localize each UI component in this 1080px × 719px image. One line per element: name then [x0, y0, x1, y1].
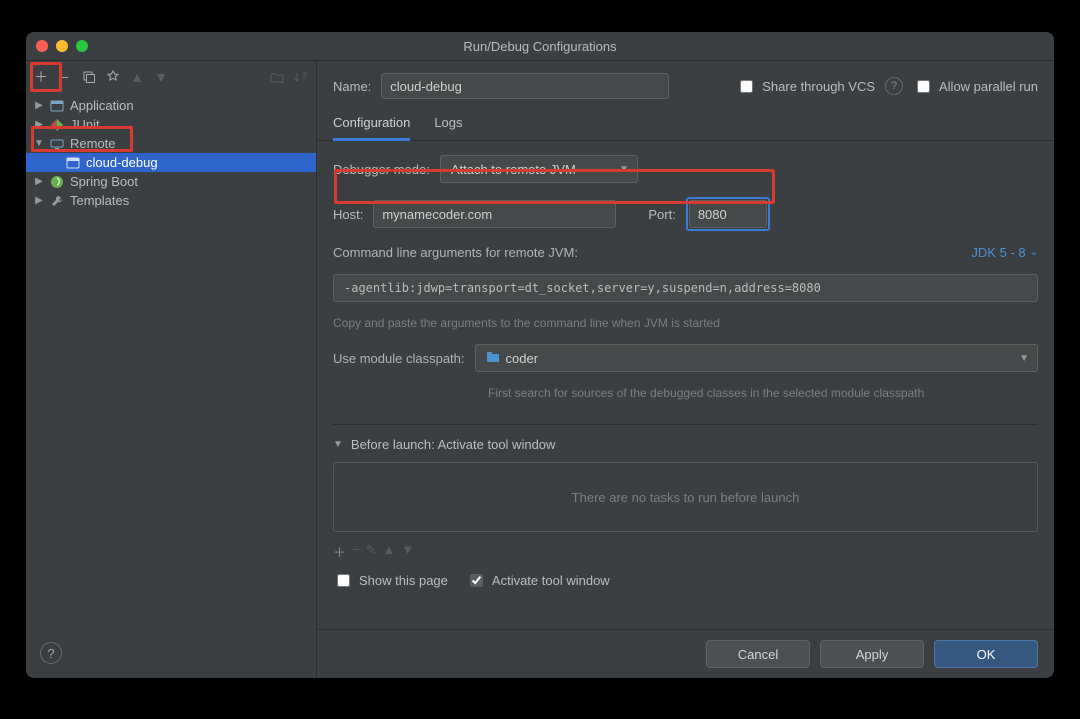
module-hint: First search for sources of the debugged… — [333, 386, 1038, 400]
tree-label: cloud-debug — [86, 155, 158, 170]
add-config-button[interactable]: ＋ — [30, 66, 52, 88]
cmd-args-hint: Copy and paste the arguments to the comm… — [333, 316, 1038, 330]
ok-button[interactable]: OK — [934, 640, 1038, 668]
sidebar-toolbar: ＋ − ▲ ▼ — [26, 61, 316, 94]
chevron-right-icon: ▶ — [34, 176, 44, 187]
activate-tool-window-label: Activate tool window — [492, 573, 610, 588]
module-combo[interactable]: coder ▼ — [475, 344, 1038, 372]
application-icon — [50, 99, 64, 113]
module-value: coder — [506, 351, 539, 366]
before-launch-empty: There are no tasks to run before launch — [572, 490, 800, 505]
window-zoom-button[interactable] — [76, 40, 88, 52]
module-label: Use module classpath: — [333, 351, 465, 366]
tree-node-templates[interactable]: ▶ Templates — [26, 191, 316, 210]
before-launch-header[interactable]: ▼ Before launch: Activate tool window — [333, 437, 1038, 452]
module-icon — [486, 350, 500, 367]
port-highlight — [686, 197, 770, 231]
folder-button[interactable] — [266, 66, 288, 88]
share-vcs-label: Share through VCS — [762, 79, 875, 94]
chevron-down-icon: ⌄ — [1030, 247, 1038, 258]
tree-node-remote[interactable]: ▼ Remote — [26, 134, 316, 153]
show-this-page-label: Show this page — [359, 573, 448, 588]
host-label: Host: — [333, 207, 363, 222]
junit-icon — [50, 118, 64, 132]
tree-node-cloud-debug[interactable]: cloud-debug — [26, 153, 316, 172]
chevron-right-icon: ▶ — [34, 119, 44, 130]
chevron-right-icon: ▶ — [34, 195, 44, 206]
parallel-run-label: Allow parallel run — [939, 79, 1038, 94]
tree-label: JUnit — [70, 117, 100, 132]
edit-task-button[interactable]: ✎ — [366, 542, 377, 561]
move-up-button[interactable]: ▲ — [126, 66, 148, 88]
chevron-down-icon: ▼ — [34, 138, 44, 149]
help-button[interactable]: ? — [40, 642, 62, 664]
run-debug-config-window: Run/Debug Configurations ＋ − ▲ ▼ — [26, 32, 1054, 678]
apply-button[interactable]: Apply — [820, 640, 924, 668]
parallel-run-input[interactable] — [917, 80, 930, 93]
host-input[interactable] — [373, 200, 616, 228]
share-vcs-input[interactable] — [740, 80, 753, 93]
name-label: Name: — [333, 79, 371, 94]
activate-tool-window-input[interactable] — [470, 574, 483, 587]
main-panel: Name: Share through VCS ? Allow parallel… — [317, 61, 1054, 678]
remove-task-button[interactable]: − — [352, 542, 360, 561]
tab-configuration[interactable]: Configuration — [333, 107, 410, 140]
move-task-down-button[interactable]: ▼ — [401, 542, 414, 561]
tree-node-spring-boot[interactable]: ▶ Spring Boot — [26, 172, 316, 191]
tree-label: Templates — [70, 193, 129, 208]
sort-button[interactable] — [290, 66, 312, 88]
port-input[interactable] — [689, 200, 767, 228]
tree-node-junit[interactable]: ▶ JUnit — [26, 115, 316, 134]
chevron-down-icon: ▼ — [619, 164, 629, 175]
activate-tool-window-checkbox[interactable]: Activate tool window — [466, 571, 610, 590]
jdk-version-dropdown[interactable]: JDK 5 - 8 ⌄ — [971, 245, 1038, 260]
tree-label: Application — [70, 98, 134, 113]
show-this-page-checkbox[interactable]: Show this page — [333, 571, 448, 590]
window-minimize-button[interactable] — [56, 40, 68, 52]
spring-boot-icon — [50, 175, 64, 189]
chevron-down-icon: ▼ — [333, 439, 343, 450]
chevron-down-icon: ▼ — [1019, 353, 1029, 364]
move-down-button[interactable]: ▼ — [150, 66, 172, 88]
tree-label: Spring Boot — [70, 174, 138, 189]
sidebar: ＋ − ▲ ▼ ▶ — [26, 61, 317, 678]
cmd-args-box[interactable]: -agentlib:jdwp=transport=dt_socket,serve… — [333, 274, 1038, 302]
cancel-button[interactable]: Cancel — [706, 640, 810, 668]
tree-node-application[interactable]: ▶ Application — [26, 96, 316, 115]
add-task-button[interactable]: ＋ — [333, 542, 346, 561]
debugger-mode-label: Debugger mode: — [333, 162, 430, 177]
name-input[interactable] — [381, 73, 669, 99]
tabs: Configuration Logs — [317, 107, 1054, 141]
before-launch-toolbar: ＋ − ✎ ▲ ▼ — [333, 542, 1038, 561]
before-launch-title: Before launch: Activate tool window — [351, 437, 556, 452]
dialog-footer: Cancel Apply OK — [317, 629, 1054, 678]
tab-logs[interactable]: Logs — [434, 107, 462, 140]
edit-templates-button[interactable] — [102, 66, 124, 88]
show-this-page-input[interactable] — [337, 574, 350, 587]
remove-config-button[interactable]: − — [54, 66, 76, 88]
copy-config-button[interactable] — [78, 66, 100, 88]
debugger-mode-combo[interactable]: Attach to remote JVM ▼ — [440, 155, 638, 183]
chevron-right-icon: ▶ — [34, 100, 44, 111]
move-task-up-button[interactable]: ▲ — [383, 542, 396, 561]
config-tree: ▶ Application ▶ JUnit ▼ — [26, 94, 316, 210]
share-vcs-checkbox[interactable]: Share through VCS — [736, 77, 875, 96]
run-config-icon — [66, 156, 80, 170]
cmd-args-label: Command line arguments for remote JVM: — [333, 245, 578, 260]
wrench-icon — [50, 194, 64, 208]
titlebar: Run/Debug Configurations — [26, 32, 1054, 61]
window-title: Run/Debug Configurations — [26, 39, 1054, 54]
debugger-mode-value: Attach to remote JVM — [451, 162, 576, 177]
window-close-button[interactable] — [36, 40, 48, 52]
remote-icon — [50, 137, 64, 151]
help-icon[interactable]: ? — [885, 77, 903, 95]
parallel-run-checkbox[interactable]: Allow parallel run — [913, 77, 1038, 96]
port-label: Port: — [648, 207, 675, 222]
tree-label: Remote — [70, 136, 116, 151]
jdk-version-label: JDK 5 - 8 — [971, 245, 1025, 260]
before-launch-tasks: There are no tasks to run before launch — [333, 462, 1038, 532]
